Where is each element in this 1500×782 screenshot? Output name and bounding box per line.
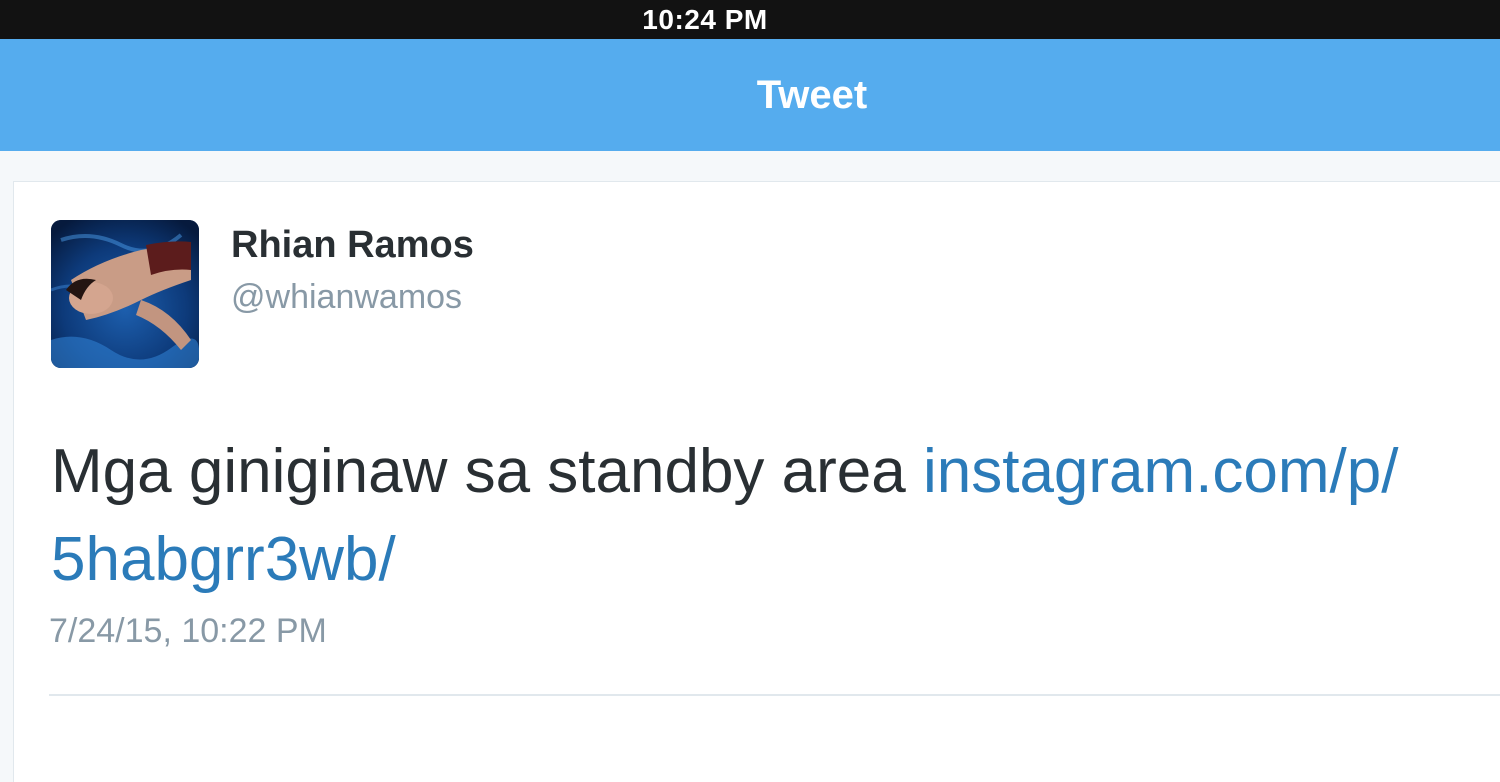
user-handle[interactable]: @whianwamos: [231, 278, 462, 317]
divider: [49, 694, 1500, 696]
tweet-text: Mga giniginaw sa standby area instagram.…: [51, 428, 1491, 604]
user-name[interactable]: Rhian Ramos: [231, 224, 474, 267]
avatar[interactable]: [51, 220, 199, 368]
tweet-card: Rhian Ramos @whianwamos Mga giniginaw sa…: [13, 181, 1500, 782]
tweet-link-part1: instagram.com/p/: [922, 437, 1399, 506]
status-time: 10:24 PM: [642, 3, 768, 35]
tweet-link-part2: 5habgrr3wb/: [51, 525, 396, 594]
tweet-body: Mga giniginaw sa standby area: [51, 437, 923, 506]
tweet-timestamp: 7/24/15, 10:22 PM: [49, 612, 327, 650]
page-title: Tweet: [756, 72, 868, 117]
user-avatar-photo-icon: [51, 220, 199, 368]
nav-bar: Tweet: [0, 39, 1500, 151]
status-bar: 10:24 PM: [0, 0, 1500, 39]
